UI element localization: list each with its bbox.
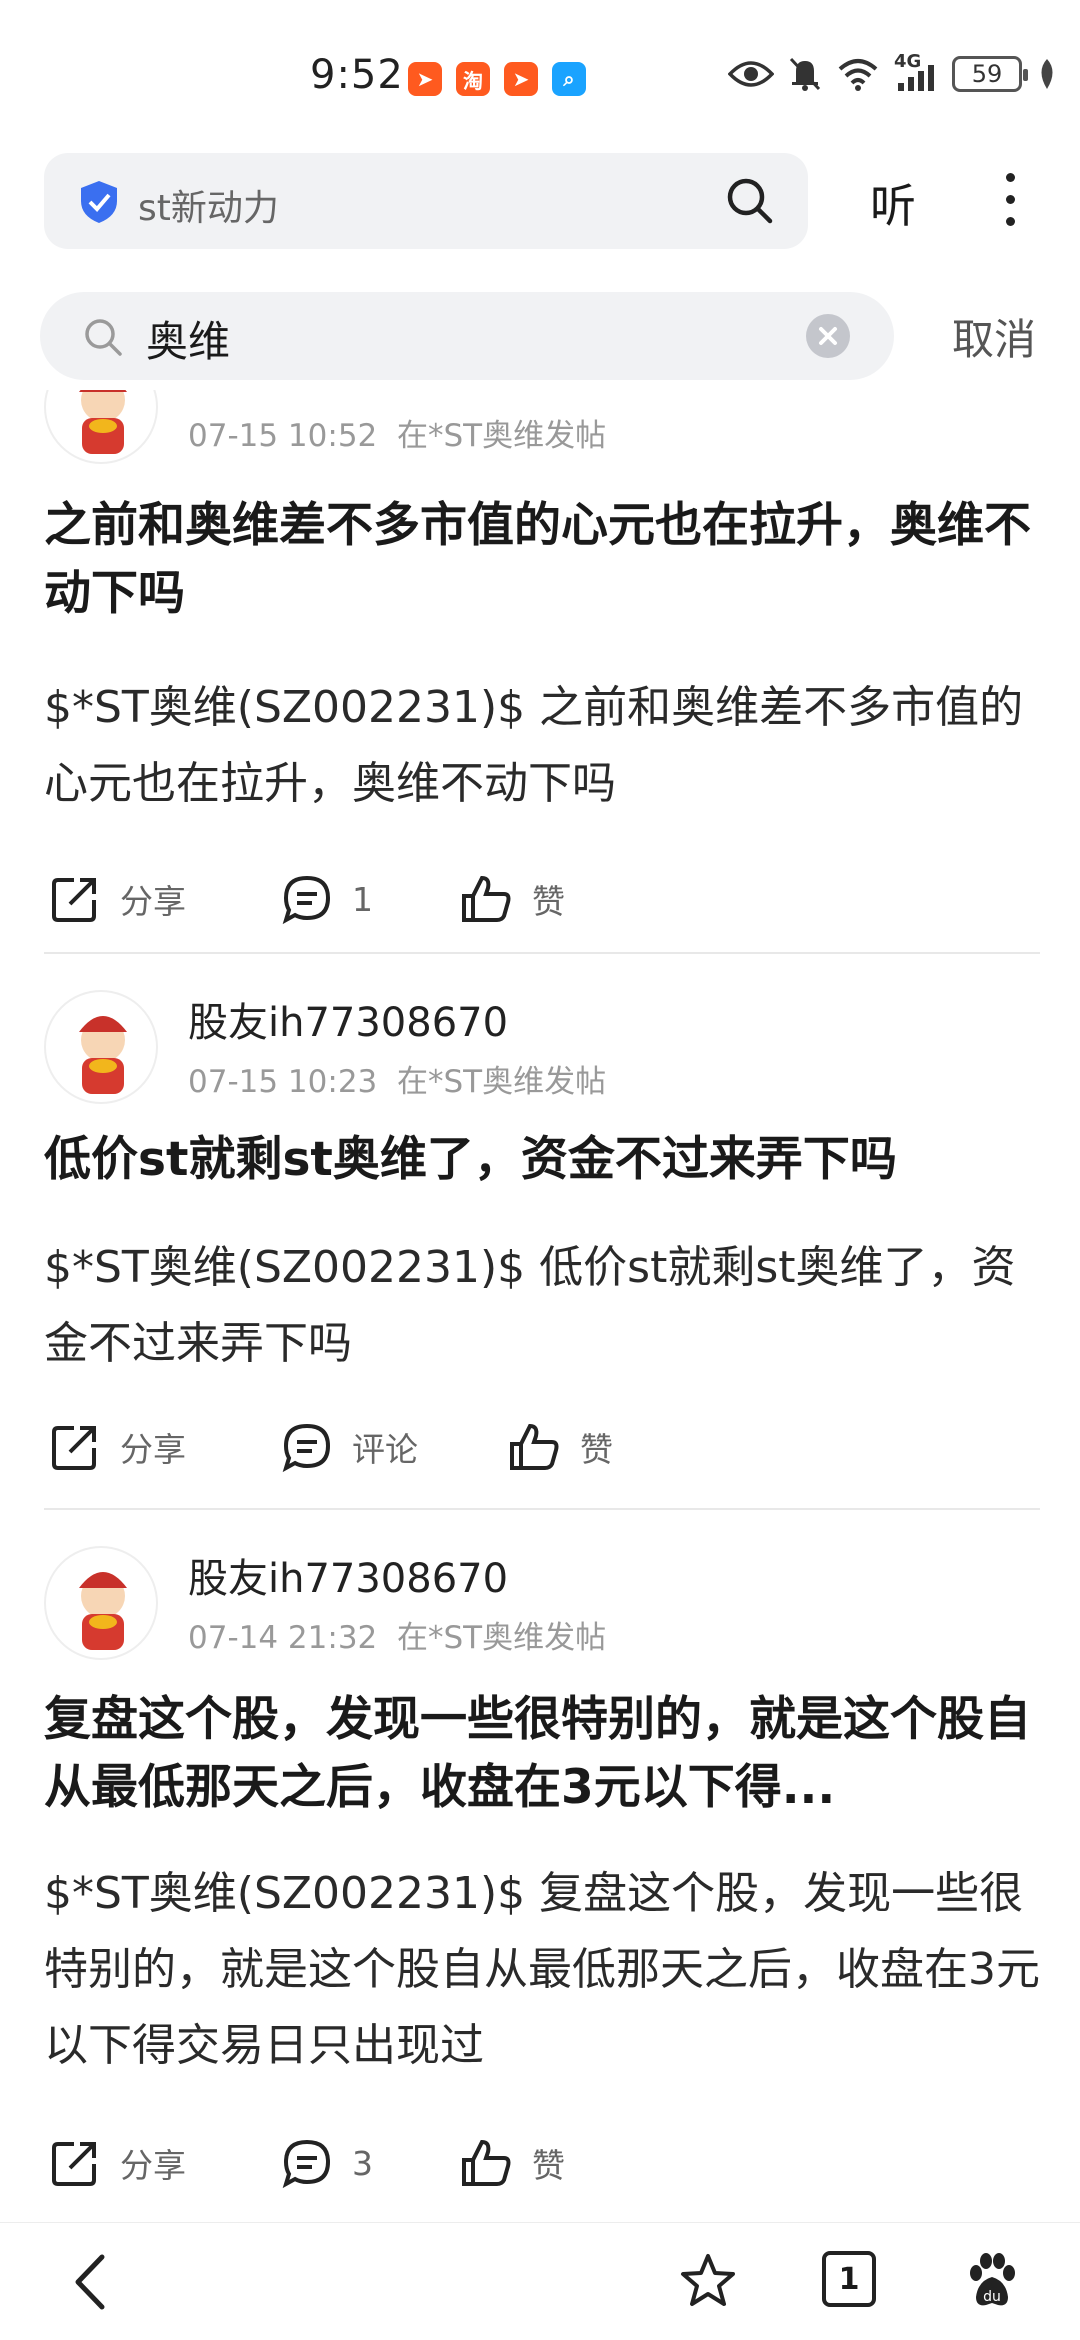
divider xyxy=(44,952,1040,954)
post-location: 在*ST奥维发帖 xyxy=(397,1064,607,1100)
like-button[interactable]: 赞 xyxy=(508,1420,613,1474)
post-author[interactable]: 股友ih77308670 xyxy=(188,1546,508,1604)
share-label: 分享 xyxy=(120,882,186,921)
post-location: 在*ST奥维发帖 xyxy=(397,1620,607,1656)
leaf-icon xyxy=(1041,59,1053,89)
post-body[interactable]: $*ST奥维(SZ002231)$ 复盘这个股，发现一些很特别的，就是这个股自从… xyxy=(44,1856,1040,2084)
post-location: 在*ST奥维发帖 xyxy=(397,418,607,454)
find-in-page-field[interactable]: 奥维 xyxy=(40,292,894,380)
taobao-icon: 淘 xyxy=(456,62,490,96)
comment-count: 1 xyxy=(352,879,373,919)
like-label: 赞 xyxy=(580,1430,613,1469)
thumbs-up-icon xyxy=(462,2139,511,2186)
wifi-icon xyxy=(838,59,878,91)
like-label: 赞 xyxy=(532,2146,565,2185)
post-title[interactable]: 复盘这个股，发现一些很特别的，就是这个股自从最低那天之后，收盘在3元以下得... xyxy=(44,1686,1040,1822)
comment-label: 评论 xyxy=(352,1430,418,1469)
share-button[interactable]: 分享 xyxy=(48,1420,186,1474)
listen-button[interactable]: 听 xyxy=(870,170,916,236)
more-menu-icon[interactable] xyxy=(1000,170,1020,230)
baidu-paw-icon[interactable]: du xyxy=(962,2251,1022,2311)
post-body[interactable]: $*ST奥维(SZ002231)$ 低价st就剩st奥维了，资金不过来弄下吗 xyxy=(44,1230,1040,1382)
eye-icon xyxy=(728,61,774,87)
comment-icon xyxy=(282,875,331,925)
post-meta: 07-14 21:32 在*ST奥维发帖 xyxy=(188,1612,606,1657)
post-actions: 分享 评论 赞 xyxy=(44,1420,1040,1480)
post-meta: 07-15 10:23 在*ST奥维发帖 xyxy=(188,1056,606,1101)
post-item[interactable]: 股友ih77308670 07-14 21:32 在*ST奥维发帖 复盘这个股，… xyxy=(44,1546,1040,2220)
signal-icon: 4G xyxy=(894,51,938,91)
avatar[interactable] xyxy=(44,390,158,464)
app-icon-send: ➤ xyxy=(504,62,538,96)
post-actions: 分享 3 赞 xyxy=(44,2136,1040,2196)
post-actions: 分享 1 赞 xyxy=(44,872,1040,932)
thumbs-up-icon xyxy=(462,875,511,922)
battery-indicator: 59 xyxy=(952,56,1028,92)
find-query: 奥维 xyxy=(146,317,231,366)
post-item[interactable]: 07-15 10:52 在*ST奥维发帖 之前和奥维差不多市值的心元也在拉升，奥… xyxy=(44,390,1040,970)
clear-icon[interactable] xyxy=(806,314,850,358)
search-icon xyxy=(85,319,122,356)
like-button[interactable]: 赞 xyxy=(460,872,565,926)
comment-icon xyxy=(282,1423,331,1473)
like-label: 赞 xyxy=(532,882,565,921)
share-button[interactable]: 分享 xyxy=(48,2136,186,2190)
avatar[interactable] xyxy=(44,990,158,1104)
share-icon xyxy=(52,1426,96,1470)
post-meta: 07-15 10:52 在*ST奥维发帖 xyxy=(188,410,606,455)
comment-button[interactable]: 3 xyxy=(280,2136,373,2190)
mute-bell-icon xyxy=(789,57,821,91)
post-time: 07-15 10:52 xyxy=(188,418,378,454)
post-item[interactable]: 股友ih77308670 07-15 10:23 在*ST奥维发帖 低价st就剩… xyxy=(44,990,1040,1530)
share-label: 分享 xyxy=(120,2146,186,2185)
tabs-button[interactable]: 1 xyxy=(822,2251,876,2307)
svg-text:du: du xyxy=(983,2289,1001,2305)
post-time: 07-15 10:23 xyxy=(188,1064,378,1100)
shield-icon xyxy=(81,181,117,223)
share-button[interactable]: 分享 xyxy=(48,872,186,926)
search-icon[interactable] xyxy=(724,175,776,227)
cancel-button[interactable]: 取消 xyxy=(952,306,1036,367)
app-icon-send: ➤ xyxy=(408,62,442,96)
address-query: st新动力 xyxy=(138,188,279,229)
avatar[interactable] xyxy=(44,1546,158,1660)
post-title[interactable]: 之前和奥维差不多市值的心元也在拉升，奥维不动下吗 xyxy=(44,492,1040,628)
status-time: 9:52 xyxy=(310,52,404,98)
bottom-navigation: 1 du xyxy=(0,2222,1080,2340)
share-label: 分享 xyxy=(120,1430,186,1469)
back-icon[interactable] xyxy=(68,2251,112,2313)
post-feed: 07-15 10:52 在*ST奥维发帖 之前和奥维差不多市值的心元也在拉升，奥… xyxy=(0,390,1080,2220)
comment-icon xyxy=(282,2139,331,2189)
share-icon xyxy=(52,2142,96,2186)
notification-icons: ➤ 淘 ➤ ⌕ xyxy=(408,62,586,96)
post-body[interactable]: $*ST奥维(SZ002231)$ 之前和奥维差不多市值的心元也在拉升，奥维不动… xyxy=(44,670,1040,822)
post-author[interactable]: 股友ih77308670 xyxy=(188,990,508,1048)
bookmark-star-icon[interactable] xyxy=(678,2251,738,2311)
search-app-icon: ⌕ xyxy=(552,62,586,96)
comment-button[interactable]: 1 xyxy=(280,872,373,926)
status-right-icons: 4G 59 xyxy=(728,51,1058,92)
comment-button[interactable]: 评论 xyxy=(280,1420,418,1474)
like-button[interactable]: 赞 xyxy=(460,2136,565,2190)
thumbs-up-icon xyxy=(510,1423,559,1470)
share-icon xyxy=(52,878,96,922)
comment-count: 3 xyxy=(352,2143,373,2183)
post-title[interactable]: 低价st就剩st奥维了，资金不过来弄下吗 xyxy=(44,1126,1040,1194)
divider xyxy=(44,1508,1040,1510)
status-bar: 9:52 ➤ 淘 ➤ ⌕ 4G 59 xyxy=(0,0,1080,150)
address-bar[interactable]: st新动力 xyxy=(44,153,808,249)
post-time: 07-14 21:32 xyxy=(188,1620,378,1656)
